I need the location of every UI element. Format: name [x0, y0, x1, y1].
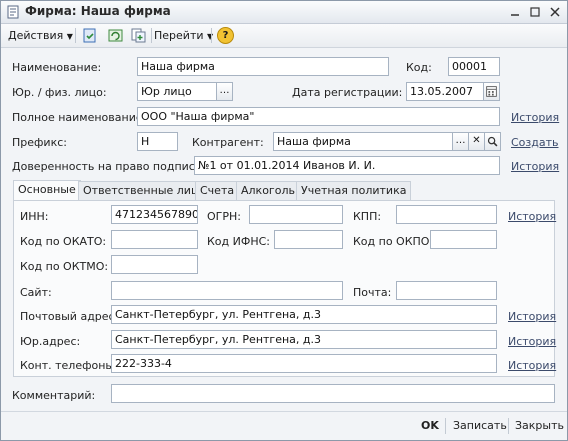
title-bar[interactable]: Фирма: Наша фирма — [1, 1, 567, 24]
document-icon — [7, 5, 19, 19]
clear-icon[interactable]: ✕ — [468, 132, 485, 151]
ok-button[interactable]: OK — [421, 419, 439, 432]
power-field[interactable]: №1 от 01.01.2014 Иванов И. И. — [194, 156, 500, 175]
tab-bar: Основные Ответственные лица Счета Алкого… — [13, 180, 555, 201]
search-icon[interactable] — [484, 132, 501, 151]
toolbar: Действия ▼ Перейти ▼ ? — [1, 24, 567, 48]
goto-label: Перейти — [154, 29, 204, 42]
power-label: Доверенность на право подписи: — [12, 160, 206, 173]
regdate-field[interactable]: 13.05.2007 — [406, 82, 484, 101]
ifns-field[interactable] — [274, 230, 343, 249]
mail-label: Почта: — [353, 286, 392, 299]
toolbar-separator — [75, 28, 76, 43]
comment-label: Комментарий: — [12, 389, 96, 402]
select-ellipsis-button[interactable]: … — [216, 82, 233, 101]
create-contractor-link[interactable]: Создать — [511, 136, 559, 149]
name-label: Наименование: — [12, 61, 102, 74]
legal-history-link[interactable]: История — [508, 335, 556, 348]
kpp-label: КПП: — [353, 210, 382, 223]
contractor-label: Контрагент: — [192, 136, 264, 149]
copy-document-icon[interactable] — [130, 27, 147, 44]
postal-address-field[interactable]: Санкт-Петербург, ул. Рентгена, д.3 — [111, 305, 497, 324]
postal-history-link[interactable]: История — [508, 310, 556, 323]
actions-menu[interactable]: Действия ▼ — [8, 27, 73, 44]
legal-address-label: Юр.адрес: — [20, 335, 81, 348]
window-title: Фирма: Наша фирма — [25, 4, 171, 18]
tab-alcohol[interactable]: Алкоголь — [236, 181, 300, 200]
name-field[interactable]: Наша фирма — [137, 57, 389, 76]
postal-address-label: Почтовый адрес: — [20, 310, 119, 323]
code-label: Код: — [406, 61, 432, 74]
fullname-label: Полное наименование: — [12, 111, 147, 124]
help-icon[interactable]: ? — [217, 27, 234, 44]
type-field[interactable]: Юр лицо — [137, 82, 217, 101]
save-and-close-icon[interactable] — [81, 27, 98, 44]
okpo-label: Код по ОКПО: — [353, 235, 434, 248]
type-label: Юр. / физ. лицо: — [12, 86, 107, 99]
ogrn-label: ОГРН: — [207, 210, 241, 223]
okato-label: Код по ОКАТО: — [20, 235, 107, 248]
regdate-label: Дата регистрации: — [292, 86, 403, 99]
actions-label: Действия — [8, 29, 64, 42]
okato-field[interactable] — [111, 230, 198, 249]
oktmo-field[interactable] — [111, 255, 198, 274]
mail-field[interactable] — [396, 281, 497, 300]
legal-address-field[interactable]: Санкт-Петербург, ул. Рентгена, д.3 — [111, 330, 497, 349]
select-ellipsis-button[interactable]: … — [452, 132, 469, 151]
refresh-icon[interactable] — [107, 27, 124, 44]
footer-separator — [445, 418, 446, 434]
prefix-field[interactable]: Н — [137, 132, 178, 151]
site-field[interactable] — [111, 281, 343, 300]
fullname-history-link[interactable]: История — [511, 111, 559, 124]
footer-divider — [1, 411, 567, 412]
phones-field[interactable]: 222-333-4 — [111, 354, 497, 373]
tab-accounts[interactable]: Счета — [195, 181, 240, 200]
footer-separator — [508, 418, 509, 434]
kpp-field[interactable] — [396, 205, 497, 224]
comment-field[interactable] — [111, 384, 555, 403]
maximize-icon[interactable] — [528, 5, 542, 19]
site-label: Сайт: — [20, 286, 52, 299]
okpo-field[interactable] — [430, 230, 497, 249]
close-button[interactable]: Закрыть — [515, 419, 564, 432]
calendar-icon[interactable] — [483, 82, 500, 101]
form-window: Фирма: Наша фирма Действия ▼ Перейти ? Н… — [0, 0, 568, 441]
prefix-label: Префикс: — [12, 136, 67, 149]
inn-label: ИНН: — [20, 210, 49, 223]
save-button[interactable]: Записать — [453, 419, 507, 432]
chevron-down-icon: ▼ — [66, 32, 73, 41]
goto-menu[interactable]: Перейти ▼ — [154, 27, 213, 44]
inn-field[interactable]: 471234567890 — [111, 205, 198, 224]
oktmo-label: Код по ОКТМО: — [20, 260, 109, 273]
toolbar-separator — [151, 28, 152, 43]
contractor-field[interactable]: Наша фирма — [273, 132, 453, 151]
ifns-label: Код ИФНС: — [207, 235, 270, 248]
minimize-icon[interactable] — [508, 5, 522, 19]
toolbar-separator — [211, 28, 212, 43]
phones-label: Конт. телефоны: — [20, 359, 118, 372]
phones-history-link[interactable]: История — [508, 359, 556, 372]
close-icon[interactable] — [548, 5, 562, 19]
code-field[interactable]: 00001 — [448, 57, 500, 76]
tab-responsible[interactable]: Ответственные лица — [78, 181, 211, 200]
fullname-field[interactable]: ООО "Наша фирма" — [137, 107, 500, 126]
inn-history-link[interactable]: История — [508, 210, 556, 223]
power-history-link[interactable]: История — [511, 160, 559, 173]
ogrn-field[interactable] — [249, 205, 343, 224]
tab-main[interactable]: Основные — [13, 180, 81, 201]
tab-accounting-policy[interactable]: Учетная политика — [296, 181, 412, 200]
